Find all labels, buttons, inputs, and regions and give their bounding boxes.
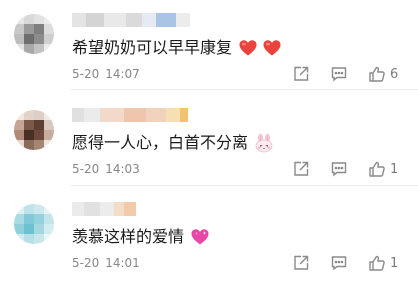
comment-date: 5-20: [72, 67, 100, 81]
comment-date: 5-20: [72, 256, 100, 270]
like-button[interactable]: 1: [368, 159, 398, 179]
comment-content: 希望奶奶可以早早康复: [72, 37, 282, 59]
comment-text: 羡慕这样的爱情: [72, 227, 185, 246]
username[interactable]: [72, 13, 190, 27]
avatar[interactable]: [14, 204, 54, 244]
comment-text: 愿得一人心，白首不分离: [72, 133, 249, 152]
comment-text: 希望奶奶可以早早康复: [72, 38, 233, 57]
comment-item: 希望奶奶可以早早康复 5-20 14:07 6: [0, 0, 418, 90]
comment-date: 5-20: [72, 162, 100, 176]
red-heart-icon: [263, 40, 281, 56]
share-icon: [294, 255, 309, 270]
comment-icon: [331, 162, 347, 177]
comment-content: 羡慕这样的爱情: [72, 226, 210, 248]
share-icon: [294, 66, 309, 81]
like-count: 1: [390, 255, 399, 271]
avatar[interactable]: [14, 14, 54, 54]
thumbs-up-icon: [369, 161, 385, 177]
like-count: 1: [390, 161, 399, 177]
sparkling-heart-icon: [191, 229, 209, 245]
share-icon: [294, 161, 309, 176]
comment-meta: 5-20 14:07: [72, 67, 140, 81]
comment-time: 14:07: [105, 67, 140, 81]
comment-icon: [331, 67, 347, 82]
username[interactable]: [72, 202, 136, 216]
comment-time: 14:03: [105, 162, 140, 176]
username[interactable]: [72, 108, 188, 122]
reply-button[interactable]: [330, 253, 348, 273]
like-button[interactable]: 6: [368, 64, 398, 84]
thumbs-up-icon: [369, 255, 385, 271]
like-button[interactable]: 1: [368, 253, 398, 273]
reply-button[interactable]: [330, 159, 348, 179]
comment-meta: 5-20 14:01: [72, 256, 140, 270]
red-heart-icon: [239, 40, 257, 56]
share-button[interactable]: [292, 253, 310, 273]
comment-item: 愿得一人心，白首不分离 5-20 14:03 1: [0, 90, 418, 186]
comment-item: 羡慕这样的爱情 5-20 14:01 1: [0, 186, 418, 281]
like-count: 6: [390, 66, 399, 82]
share-button[interactable]: [292, 64, 310, 84]
avatar[interactable]: [14, 110, 54, 150]
comment-icon: [331, 256, 347, 271]
comment-meta: 5-20 14:03: [72, 162, 140, 176]
reply-button[interactable]: [330, 64, 348, 84]
comment-content: 愿得一人心，白首不分离: [72, 132, 274, 154]
bunny-face-icon: [255, 133, 273, 153]
share-button[interactable]: [292, 159, 310, 179]
comment-time: 14:01: [105, 256, 140, 270]
thumbs-up-icon: [369, 66, 385, 82]
